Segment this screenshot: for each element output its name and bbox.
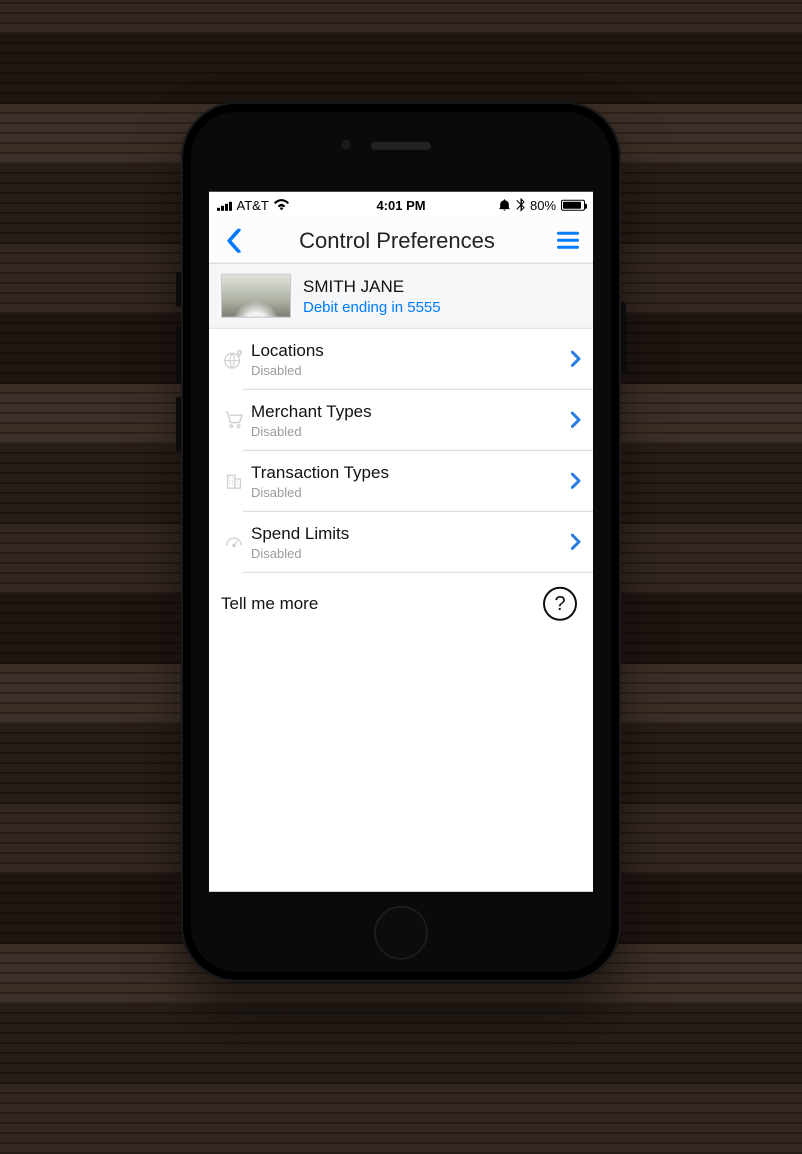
nav-bar: Control Preferences (209, 218, 593, 264)
cardholder-name: SMITH JANE (303, 276, 441, 296)
row-status: Disabled (251, 484, 571, 499)
chevron-right-icon (571, 412, 581, 428)
phone-vol-down (176, 397, 181, 452)
row-status: Disabled (251, 362, 571, 377)
hamburger-icon (557, 232, 579, 235)
tell-me-more-row: Tell me more ? (209, 573, 593, 621)
row-status: Disabled (251, 423, 571, 438)
chevron-right-icon (571, 351, 581, 367)
row-transaction-types[interactable]: Transaction Types Disabled (243, 451, 593, 512)
phone-camera (341, 140, 351, 150)
menu-button[interactable] (553, 225, 583, 255)
signal-icon (217, 199, 232, 210)
phone-mute-switch (176, 272, 181, 307)
row-title: Spend Limits (251, 523, 571, 543)
chevron-left-icon (226, 228, 242, 252)
row-title: Transaction Types (251, 462, 571, 482)
status-bar: AT&T 4:01 PM 80% (209, 192, 593, 218)
gauge-icon (217, 522, 251, 562)
settings-list: Locations Disabled Merchant Types Disabl… (209, 329, 593, 573)
page-title: Control Preferences (241, 227, 553, 253)
row-status: Disabled (251, 545, 571, 560)
chevron-right-icon (571, 473, 581, 489)
row-locations[interactable]: Locations Disabled (243, 329, 593, 390)
phone-frame: AT&T 4:01 PM 80% (181, 102, 621, 982)
clock-label: 4:01 PM (376, 197, 425, 212)
question-mark-icon: ? (554, 592, 565, 615)
phone-speaker (371, 142, 431, 150)
battery-pct-label: 80% (530, 197, 556, 212)
phone-vol-up (176, 327, 181, 382)
phone-home-button (374, 906, 428, 960)
row-title: Merchant Types (251, 401, 571, 421)
wifi-icon (274, 199, 289, 211)
tell-me-more-label: Tell me more (221, 594, 318, 614)
bluetooth-icon (516, 198, 525, 212)
card-header: SMITH JANE Debit ending in 5555 (209, 264, 593, 329)
card-image (221, 274, 291, 318)
row-title: Locations (251, 340, 571, 360)
building-icon (217, 461, 251, 501)
row-spend-limits[interactable]: Spend Limits Disabled (243, 512, 593, 573)
screen: AT&T 4:01 PM 80% (209, 192, 593, 892)
phone-side-button (621, 302, 626, 372)
help-button[interactable]: ? (543, 587, 577, 621)
alarm-icon (498, 198, 511, 211)
carrier-label: AT&T (237, 197, 269, 212)
battery-icon (561, 199, 585, 210)
globe-pin-icon (217, 339, 251, 379)
cart-icon (217, 400, 251, 440)
row-merchant-types[interactable]: Merchant Types Disabled (243, 390, 593, 451)
chevron-right-icon (571, 534, 581, 550)
card-subtitle[interactable]: Debit ending in 5555 (303, 298, 441, 315)
